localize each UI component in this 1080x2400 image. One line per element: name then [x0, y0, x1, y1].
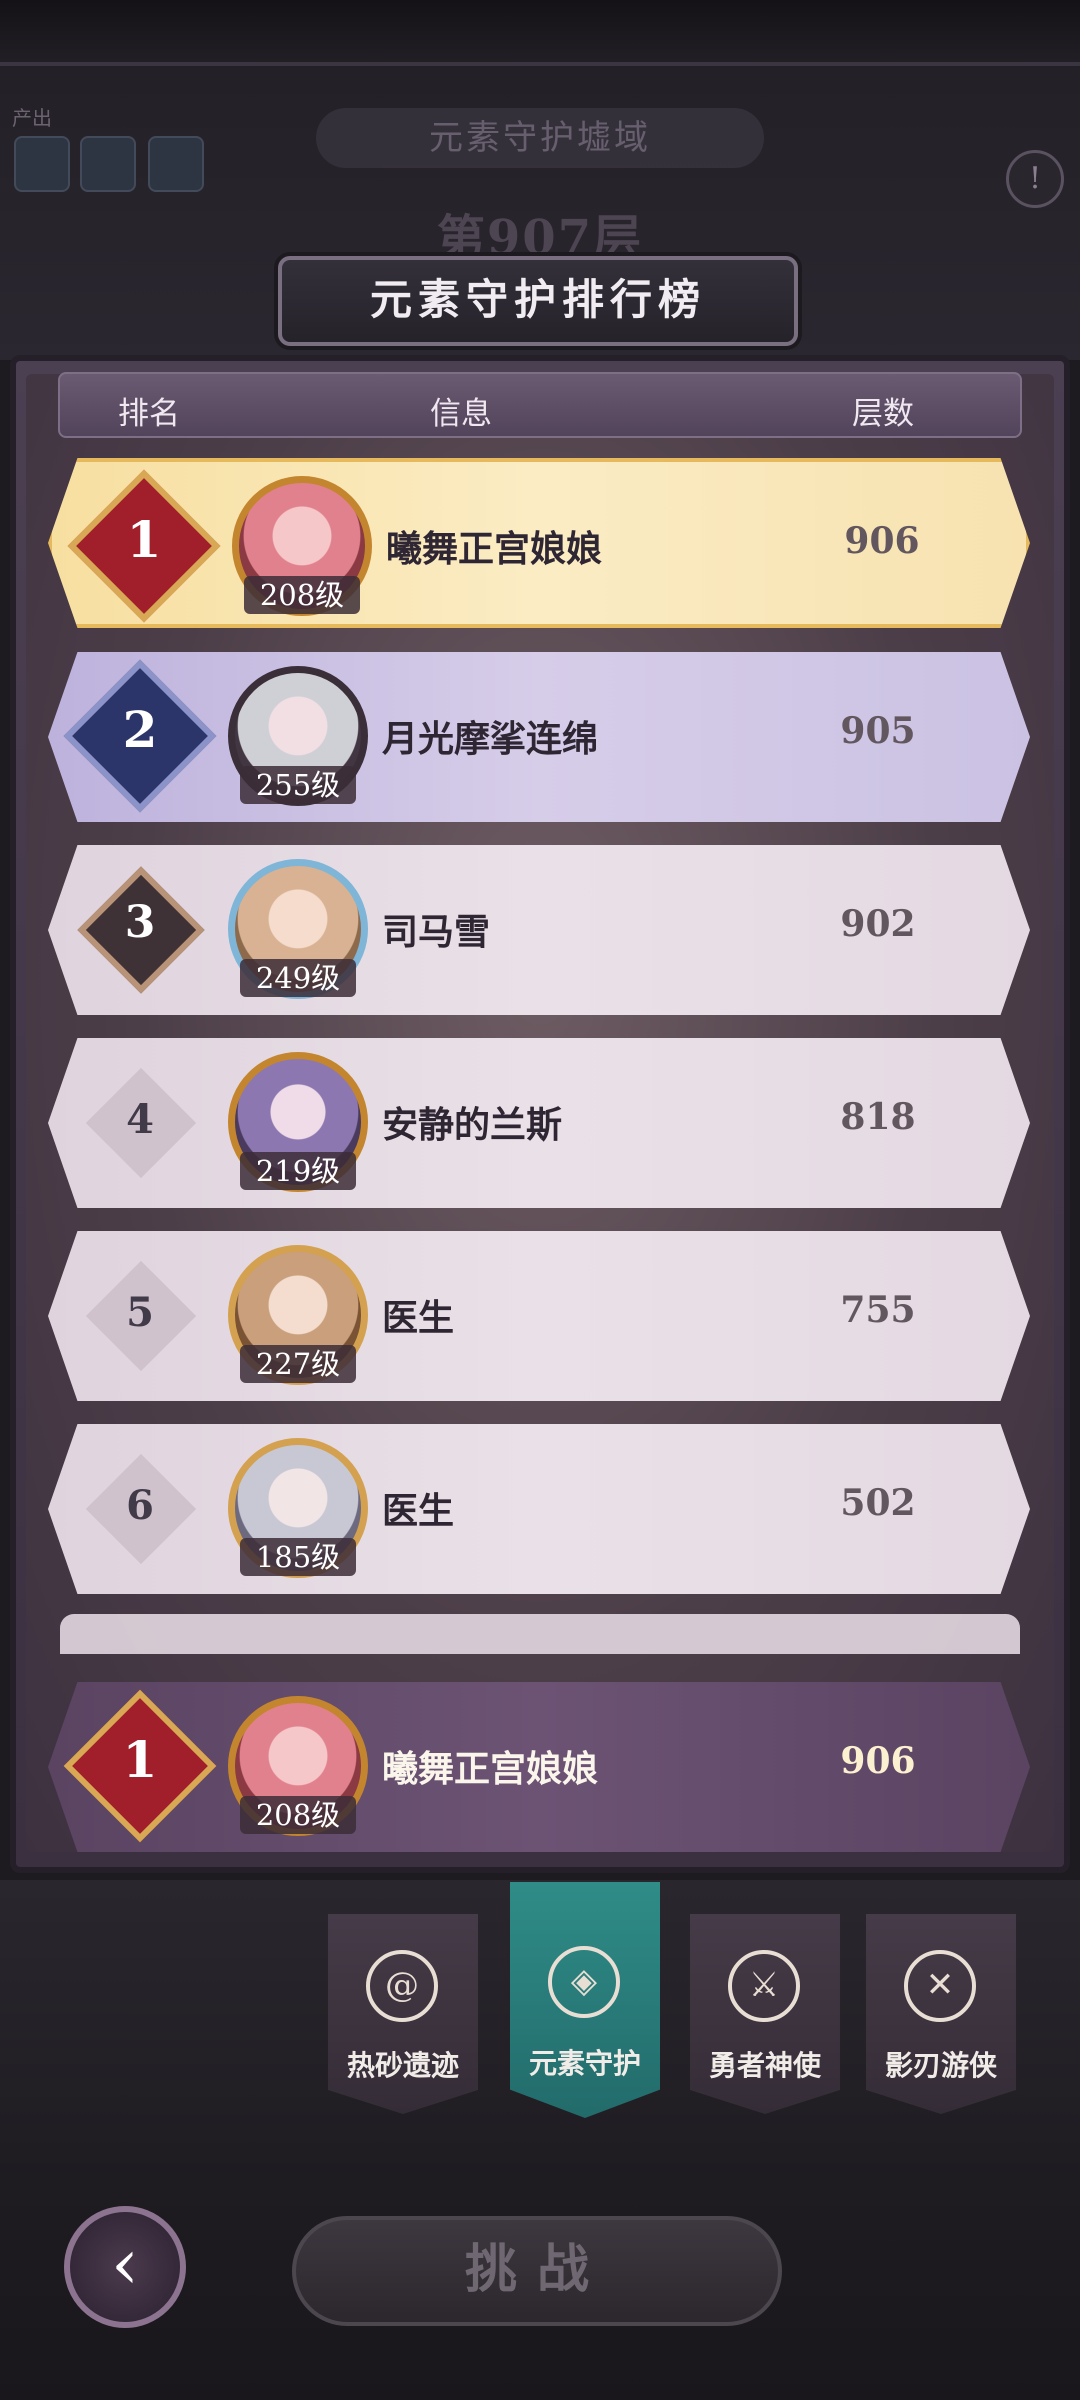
player-floors: 502 [840, 1482, 916, 1524]
header-info: 信息 [430, 396, 492, 432]
player-level: 219级 [240, 1152, 356, 1190]
my-name: 曦舞正宫娘娘 [382, 1748, 599, 1790]
rank-number: 1 [126, 510, 162, 569]
header-rank: 排名 [118, 396, 180, 432]
rank-row-2[interactable]: 2 255级 月光摩挲连绵 905 [48, 652, 1030, 822]
tab-label: 影刃游侠 [884, 2049, 997, 2082]
player-name: 司马雪 [382, 911, 491, 953]
challenge-button[interactable]: 挑战 [292, 2216, 782, 2326]
rank-row-1[interactable]: 1 208级 曦舞正宫娘娘 906 [48, 458, 1030, 628]
player-level: 208级 [244, 576, 360, 614]
my-floors: 906 [840, 1740, 916, 1782]
rank-number: 4 [126, 1096, 154, 1143]
rank-row-5[interactable]: 5 227级 医生 755 [48, 1231, 1030, 1401]
rank-row-6[interactable]: 6 185级 医生 502 [48, 1424, 1030, 1594]
rank-number: 5 [126, 1289, 154, 1336]
tab-label: 热砂遗迹 [346, 2049, 459, 2082]
player-name: 安静的兰斯 [382, 1104, 563, 1146]
player-floors: 755 [840, 1289, 916, 1331]
player-floors: 902 [840, 903, 916, 945]
crossed-blades-icon: ✕ [904, 1950, 976, 2022]
output-label: 产出 [12, 106, 52, 130]
output-item-2 [80, 136, 136, 192]
player-level: 255级 [240, 766, 356, 804]
leaderboard-header: 排名 信息 层数 [58, 372, 1022, 438]
tab-label: 元素守护 [528, 2047, 641, 2080]
tab-shadow-blade-ranger[interactable]: ✕ 影刃游侠 [866, 1914, 1016, 2114]
tab-hot-sand-ruins[interactable]: @ 热砂遗迹 [328, 1914, 478, 2114]
rank-row-7-partial [60, 1614, 1020, 1654]
tab-label: 勇者神使 [708, 2049, 821, 2082]
player-floors: 818 [840, 1096, 916, 1138]
rank-number: 1 [122, 1730, 158, 1789]
back-button[interactable]: ‹ [64, 2206, 186, 2328]
info-icon[interactable]: ! [1006, 150, 1064, 208]
element-shield-icon: ◈ [548, 1946, 620, 2018]
crossed-swords-icon: ⚔ [728, 1950, 800, 2022]
rank-number: 3 [124, 897, 156, 948]
rank-number: 6 [126, 1482, 154, 1529]
swirl-icon: @ [366, 1950, 438, 2022]
player-name: 曦舞正宫娘娘 [386, 528, 603, 570]
player-level: 185级 [240, 1538, 356, 1576]
header-floors: 层数 [852, 396, 914, 432]
my-rank-row[interactable]: 1 208级 曦舞正宫娘娘 906 [48, 1682, 1030, 1852]
back-arrow-icon: ‹ [111, 2223, 139, 2305]
tab-element-guardian[interactable]: ◈ 元素守护 [510, 1882, 660, 2118]
player-floors: 905 [840, 710, 916, 752]
output-item-3 [148, 136, 204, 192]
player-name: 医生 [382, 1490, 455, 1532]
rank-row-4[interactable]: 4 219级 安静的兰斯 818 [48, 1038, 1030, 1208]
player-name: 医生 [382, 1297, 455, 1339]
player-floors: 906 [844, 520, 920, 562]
output-item-1 [14, 136, 70, 192]
player-level: 249级 [240, 959, 356, 997]
realm-title: 元素守护墟域 [316, 108, 764, 168]
my-level: 208级 [240, 1796, 356, 1834]
player-level: 227级 [240, 1345, 356, 1383]
tab-hero-envoy[interactable]: ⚔ 勇者神使 [690, 1914, 840, 2114]
rank-number: 2 [122, 700, 158, 759]
rank-row-3[interactable]: 3 249级 司马雪 902 [48, 845, 1030, 1015]
player-name: 月光摩挲连绵 [382, 718, 599, 760]
leaderboard-title: 元素守护排行榜 [278, 256, 798, 346]
top-divider [0, 62, 1080, 66]
